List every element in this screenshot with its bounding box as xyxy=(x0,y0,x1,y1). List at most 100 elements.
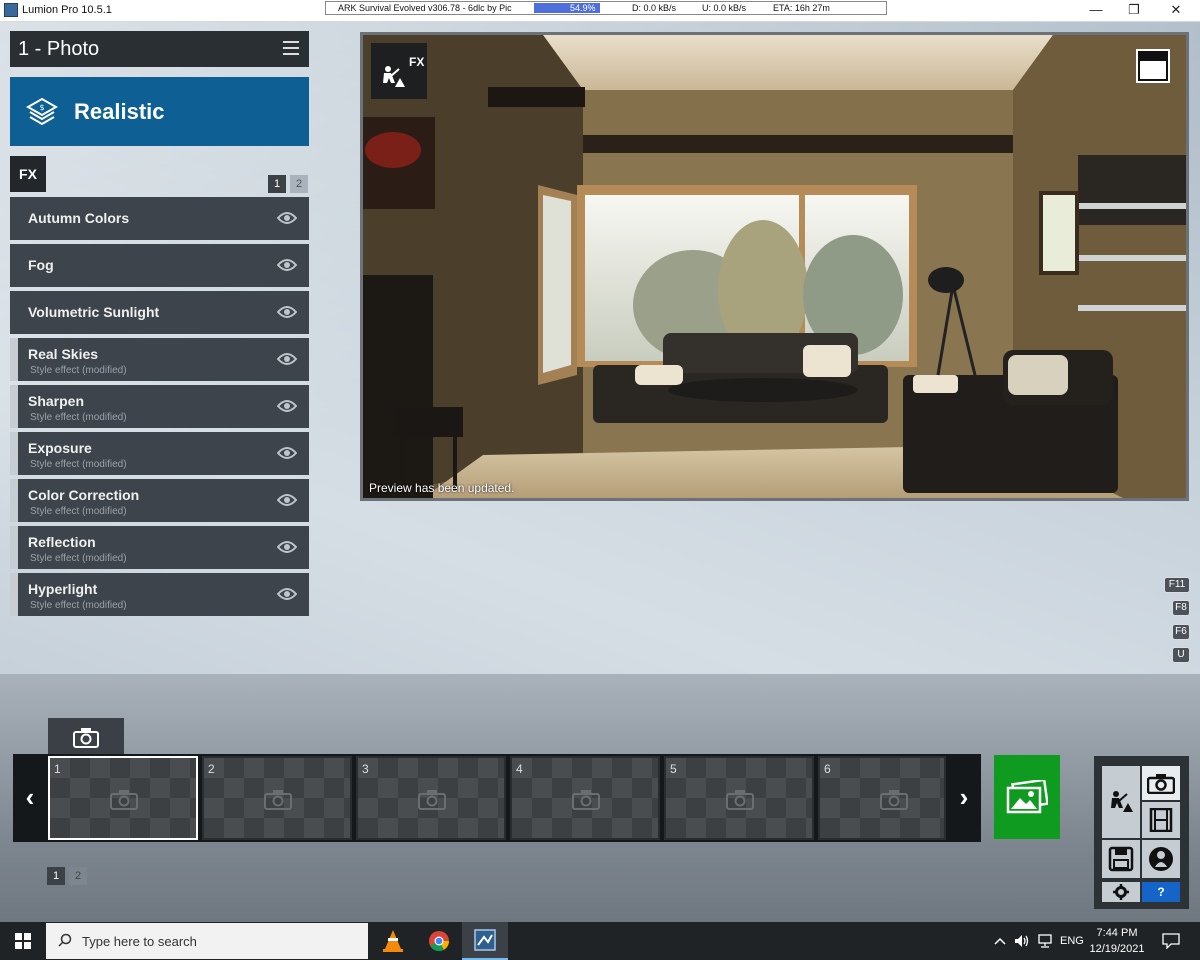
fx-tab[interactable]: FX xyxy=(10,156,46,192)
lumion-icon xyxy=(474,929,496,951)
fx-item-label: Color Correction xyxy=(28,487,140,503)
fx-item-subtitle: Style effect (modified) xyxy=(30,506,127,517)
volume-icon[interactable] xyxy=(1012,922,1032,960)
film-icon xyxy=(1149,808,1173,832)
fx-item-autumn-colors[interactable]: Autumn Colors xyxy=(10,197,309,240)
camera-icon xyxy=(1147,774,1175,794)
taskbar-search-box[interactable]: Type here to search xyxy=(46,923,368,959)
hotkey-f11[interactable]: F11 xyxy=(1164,577,1190,593)
settings-button[interactable] xyxy=(1102,882,1140,902)
photo-slot-number: 4 xyxy=(516,762,523,776)
fx-item-real-skies[interactable]: Real Skies Style effect (modified) xyxy=(10,338,309,381)
photo-title: 1 - Photo xyxy=(18,38,100,60)
fullscreen-preview-button[interactable] xyxy=(1136,49,1170,83)
style-label: Realistic xyxy=(74,99,165,124)
photo-slot-number: 6 xyxy=(824,762,831,776)
gear-icon xyxy=(1113,884,1129,900)
fx-edit-button[interactable]: FX xyxy=(371,43,427,99)
style-button[interactable]: $ Realistic xyxy=(10,77,309,146)
photo-slot-6[interactable]: 6 xyxy=(818,756,946,840)
eye-icon[interactable] xyxy=(277,446,297,460)
camera-placeholder-icon xyxy=(264,790,292,810)
photo-filmstrip: ‹ 1 2 3 4 5 6 › xyxy=(13,754,981,842)
image-render-icon xyxy=(1006,780,1048,814)
fx-item-label: Real Skies xyxy=(28,346,99,362)
title-bar: Lumion Pro 10.5.1 ARK Survival Evolved v… xyxy=(0,0,1200,22)
tray-overflow-chevron-icon[interactable] xyxy=(990,922,1010,960)
svg-text:$: $ xyxy=(39,103,44,112)
style-effect-marker xyxy=(10,573,18,616)
search-placeholder: Type here to search xyxy=(82,934,197,949)
panorama-mode-button[interactable] xyxy=(1142,840,1180,878)
save-project-button[interactable] xyxy=(1102,840,1140,878)
filmstrip-page-2[interactable]: 2 xyxy=(69,867,87,885)
photo-slot-number: 5 xyxy=(670,762,677,776)
panorama-person-icon xyxy=(1149,847,1173,871)
minimize-button[interactable]: — xyxy=(1076,0,1116,20)
fx-item-label: Volumetric Sunlight xyxy=(28,304,160,320)
hotkey-f6[interactable]: F6 xyxy=(1172,624,1190,640)
fx-item-exposure[interactable]: Exposure Style effect (modified) xyxy=(10,432,309,475)
camera-icon xyxy=(73,728,99,748)
taskbar-vlc[interactable] xyxy=(370,922,416,960)
filmstrip-next-button[interactable]: › xyxy=(947,754,981,842)
photo-preview-viewport[interactable]: FX Preview has been updated. xyxy=(360,32,1189,501)
photo-slot-number: 2 xyxy=(208,762,215,776)
fx-item-label: Sharpen xyxy=(28,393,85,409)
help-button[interactable]: ? xyxy=(1142,882,1180,902)
eye-icon[interactable] xyxy=(277,587,297,601)
chrome-icon xyxy=(429,931,450,952)
style-effect-marker xyxy=(10,338,18,381)
eye-icon[interactable] xyxy=(277,258,297,272)
fx-item-sharpen[interactable]: Sharpen Style effect (modified) xyxy=(10,385,309,428)
hamburger-icon[interactable] xyxy=(283,41,299,55)
taskbar-lumion[interactable] xyxy=(462,922,508,960)
maximize-button[interactable]: ❐ xyxy=(1114,0,1154,20)
eye-icon[interactable] xyxy=(277,540,297,554)
fx-item-reflection[interactable]: Reflection Style effect (modified) xyxy=(10,526,309,569)
layers-icon: $ xyxy=(26,97,58,125)
network-icon[interactable] xyxy=(1036,922,1056,960)
notifications-icon[interactable] xyxy=(1156,922,1186,960)
download-name: ARK Survival Evolved v306.78 - 6dlc by P… xyxy=(338,3,512,13)
photo-slot-2[interactable]: 2 xyxy=(202,756,352,840)
construction-worker-icon xyxy=(1111,791,1133,812)
windows-logo-icon xyxy=(15,933,31,949)
vlc-cone-icon xyxy=(383,930,403,952)
start-button[interactable] xyxy=(0,922,46,960)
hotkey-u[interactable]: U xyxy=(1172,647,1190,663)
build-mode-button[interactable] xyxy=(1102,766,1140,838)
render-photo-button[interactable] xyxy=(994,755,1060,839)
photo-slot-number: 3 xyxy=(362,762,369,776)
fx-item-subtitle: Style effect (modified) xyxy=(30,412,127,423)
photo-mode-button[interactable] xyxy=(1142,766,1180,800)
camera-save-tab[interactable] xyxy=(48,718,124,754)
photo-slot-4[interactable]: 4 xyxy=(510,756,660,840)
clock-date: 12/19/2021 xyxy=(1089,943,1145,955)
eye-icon[interactable] xyxy=(277,399,297,413)
photo-slot-3[interactable]: 3 xyxy=(356,756,506,840)
eye-icon[interactable] xyxy=(277,305,297,319)
photo-slot-1[interactable]: 1 xyxy=(48,756,198,840)
fx-item-volumetric-sunlight[interactable]: Volumetric Sunlight xyxy=(10,291,309,334)
search-icon xyxy=(58,933,72,947)
fx-page-1[interactable]: 1 xyxy=(268,175,286,193)
style-effect-marker xyxy=(10,479,18,522)
hotkey-f8[interactable]: F8 xyxy=(1172,600,1190,616)
eye-icon[interactable] xyxy=(277,493,297,507)
photo-slot-5[interactable]: 5 xyxy=(664,756,814,840)
close-button[interactable]: ✕ xyxy=(1156,0,1196,20)
eye-icon[interactable] xyxy=(277,352,297,366)
fx-item-fog[interactable]: Fog xyxy=(10,244,309,287)
fx-item-hyperlight[interactable]: Hyperlight Style effect (modified) xyxy=(10,573,309,616)
eye-icon[interactable] xyxy=(277,211,297,225)
taskbar-clock[interactable]: 7:44 PM 12/19/2021 xyxy=(1086,925,1148,957)
filmstrip-prev-button[interactable]: ‹ xyxy=(13,754,47,842)
fx-page-2[interactable]: 2 xyxy=(290,175,308,193)
fx-item-color-correction[interactable]: Color Correction Style effect (modified) xyxy=(10,479,309,522)
filmstrip-page-1[interactable]: 1 xyxy=(47,867,65,885)
input-language[interactable]: ENG xyxy=(1060,922,1086,960)
movie-mode-button[interactable] xyxy=(1142,802,1180,838)
camera-placeholder-icon xyxy=(110,790,138,810)
taskbar-chrome[interactable] xyxy=(416,922,462,960)
